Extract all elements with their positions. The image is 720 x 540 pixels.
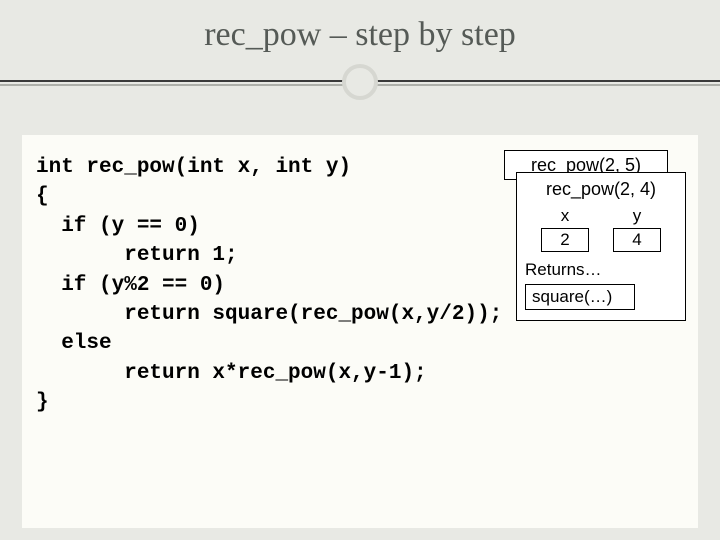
- y-label: y: [613, 206, 661, 226]
- slide: rec_pow – step by step int rec_pow(int x…: [0, 0, 720, 540]
- stack-frame-front: rec_pow(2, 4) x y 2 4 Returns… square(…): [516, 172, 686, 321]
- ring-icon: [342, 64, 378, 100]
- title-area: rec_pow – step by step: [0, 0, 720, 110]
- returns-label: Returns…: [525, 260, 677, 280]
- slide-title: rec_pow – step by step: [0, 16, 720, 54]
- x-value: 2: [541, 228, 589, 252]
- divider: [0, 62, 720, 102]
- x-label: x: [541, 206, 589, 226]
- returns-value: square(…): [525, 284, 635, 310]
- y-value: 4: [613, 228, 661, 252]
- stack-frame-title: rec_pow(2, 4): [525, 179, 677, 200]
